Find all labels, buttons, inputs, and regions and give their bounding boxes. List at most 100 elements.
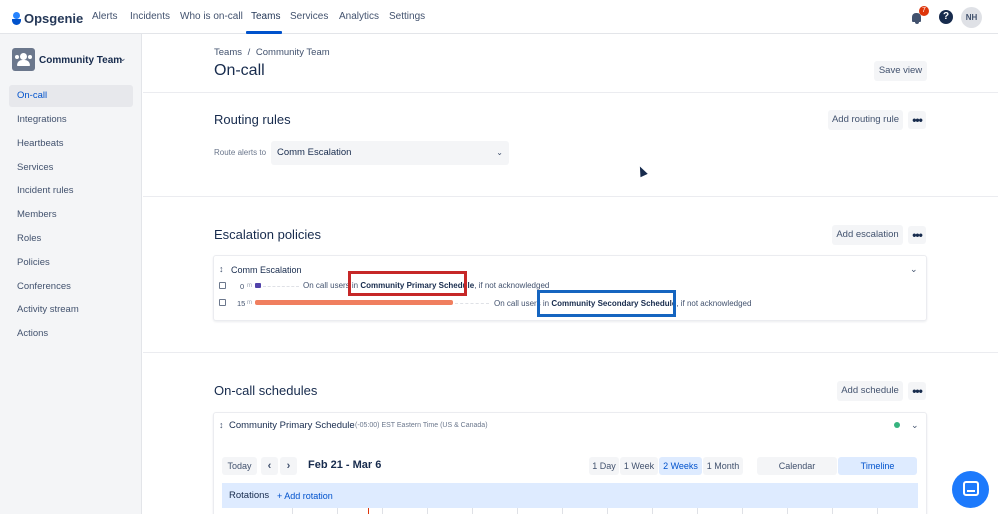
timeline-grid-line [787,508,788,514]
schedule-timezone: (-05:00) EST Eastern Time (US & Canada) [355,422,488,429]
routing-more-icon[interactable]: ••• [908,111,926,129]
sidebar-item-actions[interactable]: Actions [9,323,133,345]
drag-handle-icon[interactable]: ↕ [219,264,224,274]
escalation-policy-name[interactable]: Comm Escalation [231,265,302,275]
timeline-grid-line [427,508,428,514]
rotations-label: Rotations [229,490,270,501]
breadcrumb-community-team[interactable]: Community Team [256,47,330,58]
nav-analytics[interactable]: Analytics [339,11,379,22]
mouse-cursor-icon [636,164,648,178]
top-navigation: Opsgenie Alerts Incidents Who is on-call… [0,0,998,34]
chat-icon [963,481,979,496]
on-call-schedules-heading: On-call schedules [214,383,318,398]
nav-who-is-on-call[interactable]: Who is on-call [180,11,243,22]
add-routing-rule-button[interactable]: Add routing rule [828,110,903,130]
drag-handle-icon[interactable]: ↕ [219,420,224,430]
breadcrumb-teams[interactable]: Teams [214,47,242,58]
route-alerts-select[interactable]: Comm Escalation ⌄ [271,141,509,165]
range-2-weeks[interactable]: 2 Weeks [659,457,702,475]
schedules-more-icon[interactable]: ••• [908,382,926,400]
chevron-right-icon[interactable]: › [280,457,297,475]
timeline-today-line [368,508,369,514]
highlight-box-blue [537,290,676,317]
timeline-grid-line [697,508,698,514]
rule-dashes [263,286,299,287]
avatar[interactable]: NH [961,7,982,28]
rule-minutes: 15 [237,299,246,308]
chevron-down-icon[interactable]: ⌄ [119,53,127,64]
sidebar-item-services[interactable]: Services [9,157,133,179]
rule-minutes-unit: m [247,283,252,289]
chat-button[interactable] [952,471,989,508]
nav-alerts[interactable]: Alerts [92,11,118,22]
range-1-day[interactable]: 1 Day [589,457,619,475]
rule-timeline-bar [255,300,453,305]
routing-rules-heading: Routing rules [214,112,291,127]
breadcrumb: Teams / Community Team [214,47,333,58]
sidebar-item-conferences[interactable]: Conferences [9,276,133,298]
nav-active-indicator [246,31,282,34]
save-view-button[interactable]: Save view [874,61,927,81]
add-rotation-button[interactable]: + Add rotation [277,491,333,501]
timeline-grid-line [472,508,473,514]
sidebar-item-heartbeats[interactable]: Heartbeats [9,133,133,155]
timeline-grid-line [832,508,833,514]
timeline-grid-line [742,508,743,514]
timeline-grid-line [562,508,563,514]
help-icon[interactable]: ? [939,10,953,24]
schedule-name[interactable]: Community Primary Schedule [229,420,355,431]
nav-incidents[interactable]: Incidents [130,11,170,22]
today-button[interactable]: Today [222,457,257,475]
notification-badge: 7 [919,6,929,16]
range-1-month[interactable]: 1 Month [703,457,743,475]
timeline-grid-line [652,508,653,514]
rule-icon [219,282,226,289]
timeline-grid-line [382,508,383,514]
sidebar-item-integrations[interactable]: Integrations [9,109,133,131]
opsgenie-logo[interactable]: Opsgenie [12,10,83,26]
section-divider [143,92,998,93]
page-title: On-call [214,62,265,79]
sidebar-item-incident-rules[interactable]: Incident rules [9,180,133,202]
sidebar-item-activity-stream[interactable]: Activity stream [9,299,133,321]
section-divider [143,196,998,197]
rule-timeline-mark [255,283,261,288]
status-dot [894,422,900,428]
range-1-week[interactable]: 1 Week [620,457,658,475]
timeline-grid-line [607,508,608,514]
rule-minutes: 0 [240,282,245,291]
rule-dashes [455,303,489,304]
timeline-grid-line [292,508,293,514]
chevron-down-icon[interactable]: ⌄ [911,420,919,431]
nav-services[interactable]: Services [290,11,328,22]
add-schedule-button[interactable]: Add schedule [837,381,903,401]
sidebar-item-on-call[interactable]: On-call [9,85,133,107]
rule-suffix: , if not acknowledged [474,281,550,290]
rule-suffix: , if not acknowledged [676,299,752,308]
rule-icon [219,299,226,306]
nav-teams[interactable]: Teams [251,11,280,22]
route-alerts-label: Route alerts to [214,148,267,157]
team-icon [12,48,35,71]
breadcrumb-separator: / [247,47,251,58]
view-calendar[interactable]: Calendar [757,457,837,475]
section-divider [143,352,998,353]
sidebar-item-roles[interactable]: Roles [9,228,133,250]
view-timeline[interactable]: Timeline [838,457,917,475]
escalation-policies-heading: Escalation policies [214,227,321,242]
sidebar-item-policies[interactable]: Policies [9,252,133,274]
escalation-more-icon[interactable]: ••• [908,226,926,244]
timeline-grid-line [337,508,338,514]
nav-settings[interactable]: Settings [389,11,425,22]
team-selector[interactable]: Community Team [39,55,122,66]
add-escalation-button[interactable]: Add escalation [832,225,903,245]
sidebar: Community Team ⌄ On-call Integrations He… [0,34,142,514]
timeline-grid-line [877,508,878,514]
highlight-box-red [348,271,467,296]
route-alerts-value: Comm Escalation [277,147,352,158]
timeline-grid-line [517,508,518,514]
chevron-left-icon[interactable]: ‹ [261,457,278,475]
chevron-down-icon[interactable]: ⌄ [910,264,918,275]
sidebar-item-members[interactable]: Members [9,204,133,226]
rule-minutes-unit: m [247,300,252,306]
